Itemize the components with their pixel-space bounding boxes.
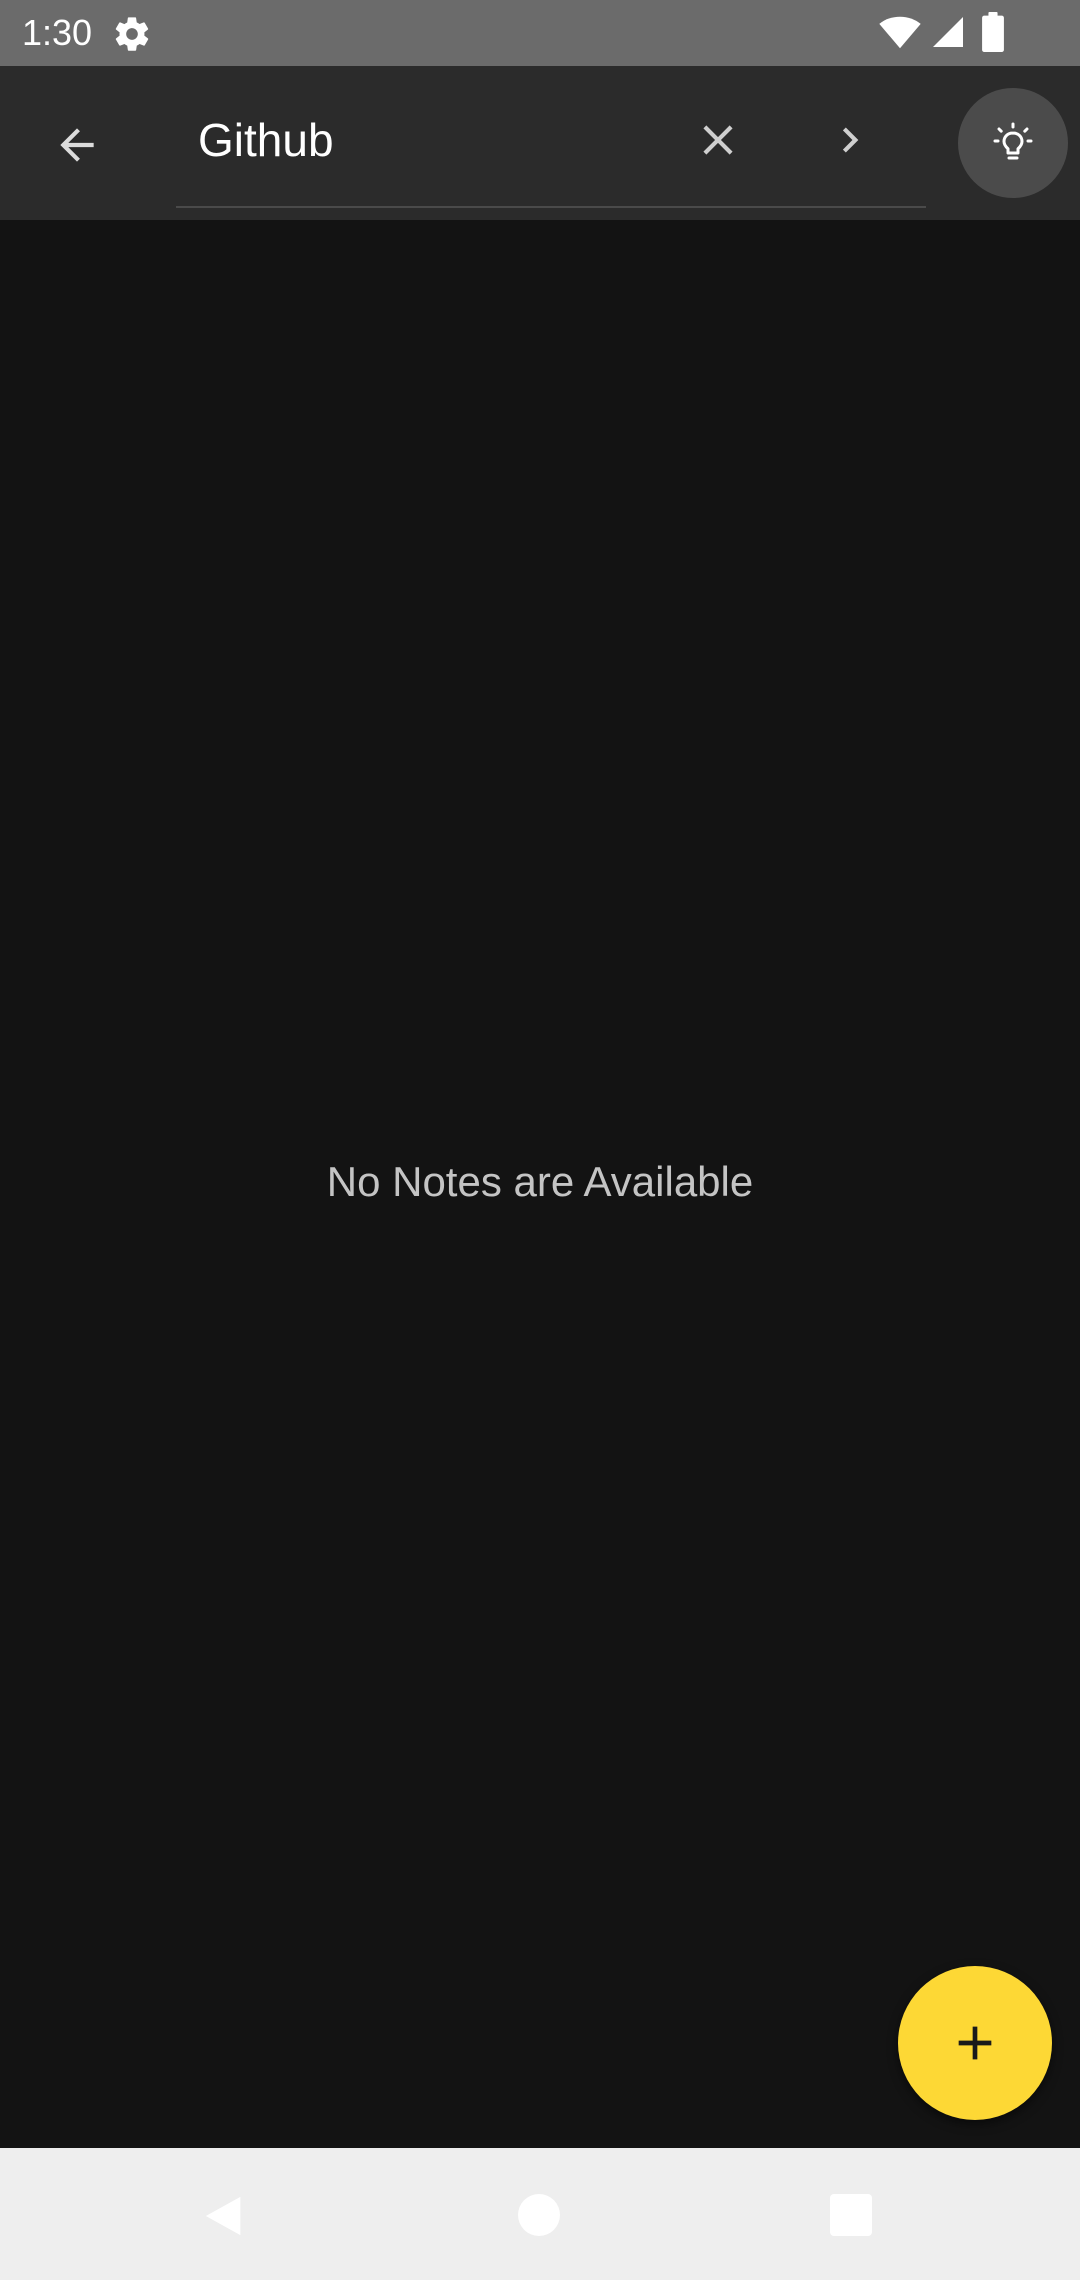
screen: 1:30 Github No Notes are Available — [0, 0, 1080, 2280]
back-button[interactable] — [38, 106, 116, 184]
arrow-back-icon — [60, 128, 94, 162]
status-time: 1:30 — [22, 12, 93, 53]
status-bar: 1:30 — [0, 0, 1080, 66]
search-field — [176, 86, 926, 208]
close-icon — [703, 125, 733, 155]
empty-state-message: No Notes are Available — [326, 1158, 754, 1205]
notes-list-area: No Notes are Available — [0, 220, 1080, 2148]
plus-icon — [958, 2026, 992, 2060]
system-navigation-bar — [0, 2148, 1080, 2280]
app-bar — [0, 66, 1080, 220]
clear-search-button[interactable] — [678, 100, 758, 180]
chevron-right-icon — [842, 127, 859, 153]
wifi-icon — [879, 16, 921, 49]
add-note-button[interactable] — [898, 1966, 1052, 2120]
signal-icon — [933, 17, 963, 47]
battery-icon — [982, 12, 1004, 52]
theme-toggle-button[interactable] — [958, 88, 1068, 198]
lightbulb-icon — [993, 122, 1033, 160]
nav-recents-icon[interactable] — [830, 2194, 872, 2236]
nav-back-icon[interactable] — [202, 2192, 248, 2240]
gear-icon — [115, 17, 149, 51]
nav-home-icon[interactable] — [518, 2194, 560, 2236]
search-next-button[interactable] — [810, 100, 890, 180]
search-input[interactable] — [198, 108, 668, 172]
